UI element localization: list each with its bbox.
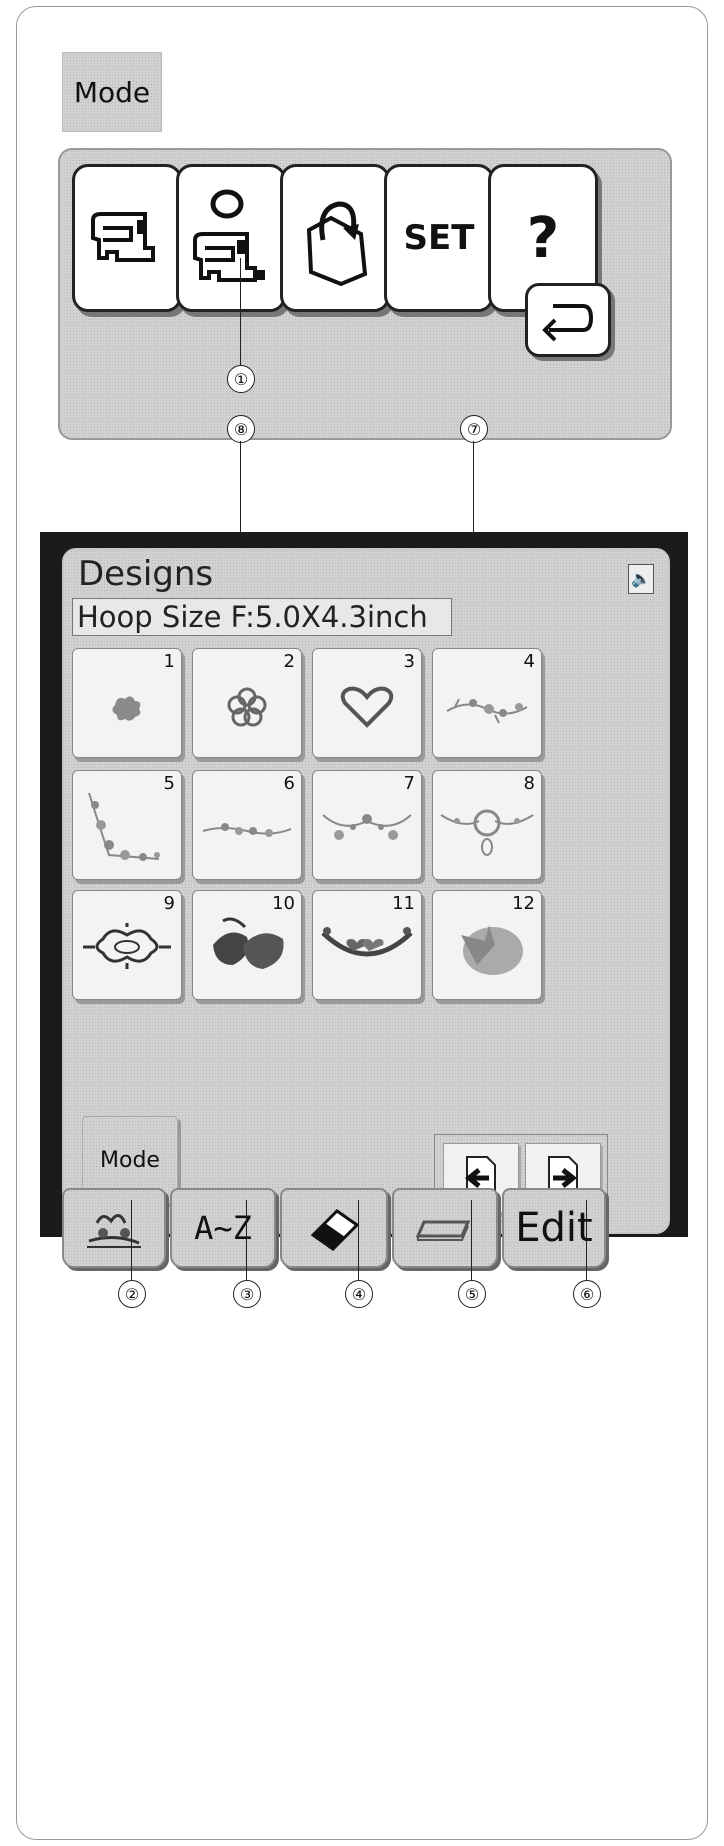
floral-border-icon xyxy=(446,698,528,724)
callout-6: ⑥ xyxy=(573,1280,601,1308)
callout-5: ⑤ xyxy=(458,1280,486,1308)
callout-line-5 xyxy=(471,1200,472,1280)
scroll-ornament-icon xyxy=(83,923,171,969)
lcd-screen: Designs Hoop Size F:5.0X4.3inch 🔈 1 2 3 xyxy=(40,532,688,1268)
leaves-icon xyxy=(213,917,284,969)
file-button[interactable] xyxy=(280,164,390,312)
design-button-9[interactable]: 9 xyxy=(72,890,182,1000)
tab-hoop[interactable] xyxy=(392,1188,498,1268)
starfish-icon xyxy=(461,925,523,975)
tab-bar: A~Z Edit xyxy=(62,1188,666,1270)
floral-vine-icon xyxy=(202,823,292,837)
return-arrow-icon xyxy=(542,304,594,342)
callout-line-4 xyxy=(358,1200,359,1280)
flower-outline-icon xyxy=(227,687,267,727)
set-label: SET xyxy=(403,218,475,258)
sewing-machine-icon xyxy=(91,212,155,262)
help-label: ? xyxy=(526,205,560,271)
set-button[interactable]: SET xyxy=(384,164,494,312)
callout-7: ⑦ xyxy=(460,415,488,443)
callout-3: ③ xyxy=(233,1280,261,1308)
heart-garland-icon xyxy=(321,927,413,957)
embroidery-designs-icon xyxy=(87,1214,141,1248)
floral-wreath-icon xyxy=(440,809,534,856)
floral-swag-icon xyxy=(322,814,412,840)
callout-4: ④ xyxy=(345,1280,373,1308)
design-button-2[interactable]: 2 xyxy=(192,648,302,758)
heart-icon xyxy=(340,686,394,728)
mode-panel: SET ? xyxy=(58,148,672,440)
design-button-10[interactable]: 10 xyxy=(192,890,302,1000)
design-button-1[interactable]: 1 xyxy=(72,648,182,758)
design-button-6[interactable]: 6 xyxy=(192,770,302,880)
hoop-icon xyxy=(415,1220,471,1241)
callout-line-1 xyxy=(240,258,241,365)
tab-alphabet[interactable]: A~Z xyxy=(170,1188,276,1268)
embroidery-machine-icon xyxy=(193,189,265,282)
tab-eraser[interactable] xyxy=(280,1188,388,1268)
screen-title: Designs xyxy=(78,554,214,594)
design-button-12[interactable]: 12 xyxy=(432,890,542,1000)
small-flower-icon xyxy=(112,696,141,721)
file-folder-icon xyxy=(306,201,368,287)
eraser-icon xyxy=(310,1209,360,1251)
design-button-3[interactable]: 3 xyxy=(312,648,422,758)
screen-content: Designs Hoop Size F:5.0X4.3inch 🔈 1 2 3 xyxy=(62,548,670,1234)
sewing-mode-button[interactable] xyxy=(72,164,182,312)
callout-line-2 xyxy=(131,1200,132,1280)
hoop-size-display: Hoop Size F:5.0X4.3inch xyxy=(72,598,452,636)
callout-line-3 xyxy=(246,1200,247,1280)
mode-button[interactable]: Mode xyxy=(62,52,162,132)
floral-corner-icon xyxy=(88,792,160,861)
tab-alphabet-label: A~Z xyxy=(194,1209,252,1247)
design-button-11[interactable]: 11 xyxy=(312,890,422,1000)
design-button-7[interactable]: 7 xyxy=(312,770,422,880)
speaker-icon[interactable]: 🔈 xyxy=(628,564,654,594)
tab-edit[interactable]: Edit xyxy=(502,1188,606,1268)
design-button-8[interactable]: 8 xyxy=(432,770,542,880)
return-button[interactable] xyxy=(525,283,611,357)
design-button-5[interactable]: 5 xyxy=(72,770,182,880)
tab-designs[interactable] xyxy=(62,1188,166,1268)
tab-edit-label: Edit xyxy=(515,1205,593,1251)
callout-8: ⑧ xyxy=(227,415,255,443)
embroidery-mode-button[interactable] xyxy=(176,164,286,312)
design-button-4[interactable]: 4 xyxy=(432,648,542,758)
callout-2: ② xyxy=(118,1280,146,1308)
callout-1: ① xyxy=(227,365,255,393)
callout-line-6 xyxy=(586,1200,587,1280)
